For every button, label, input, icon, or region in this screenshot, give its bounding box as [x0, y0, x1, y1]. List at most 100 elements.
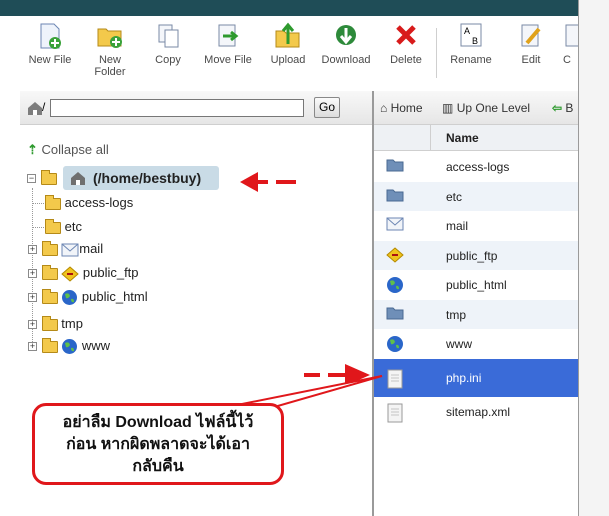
- file-row-mail[interactable]: mail: [374, 211, 578, 241]
- file-name: mail: [446, 219, 469, 233]
- tree-item-tmp[interactable]: + tmp: [28, 315, 83, 333]
- rename-button[interactable]: A B Rename: [440, 22, 502, 66]
- root-expander[interactable]: −: [27, 169, 57, 187]
- folder-icon: [386, 306, 404, 323]
- new-file-icon: [40, 23, 61, 49]
- tree-item-public-html[interactable]: + public_html: [28, 288, 148, 306]
- folder-icon: [41, 315, 58, 331]
- file-name: www: [446, 337, 472, 351]
- delete-icon: [396, 25, 416, 45]
- collapse-icon: ⇡: [27, 142, 38, 157]
- back-button[interactable]: ⇦ B: [552, 101, 578, 115]
- collapse-all-link[interactable]: ⇡ Collapse all: [27, 142, 109, 158]
- expand-icon: +: [28, 244, 37, 255]
- file-row-www[interactable]: www: [374, 329, 578, 359]
- file-name: etc: [446, 190, 463, 204]
- go-button[interactable]: Go: [314, 97, 340, 118]
- folder-icon: [386, 158, 404, 175]
- up-one-level-button[interactable]: ▥ Up One Level: [442, 101, 530, 115]
- globe-icon: [386, 335, 404, 356]
- toolbar: New File New Folder Copy Move File Uploa…: [0, 16, 578, 90]
- toolbar-separator: [436, 28, 437, 78]
- folder-icon: [41, 337, 58, 353]
- delete-button[interactable]: Delete: [375, 22, 437, 66]
- home-icon: ⌂: [380, 101, 388, 115]
- folder-icon: [41, 240, 58, 256]
- edit-button[interactable]: Edit: [500, 22, 562, 66]
- new-file-button[interactable]: New File: [19, 22, 81, 66]
- mail-icon: [386, 217, 404, 234]
- file-row-tmp[interactable]: tmp: [374, 300, 578, 329]
- globe-icon: [386, 276, 404, 297]
- svg-text:A: A: [464, 26, 470, 36]
- folder-icon: [45, 194, 61, 210]
- code-edit-icon: [565, 24, 578, 47]
- path-input[interactable]: [50, 99, 304, 117]
- top-bar: [0, 0, 578, 16]
- file-name: public_html: [446, 278, 507, 292]
- file-row-sitemap-xml[interactable]: sitemap.xml: [374, 397, 578, 427]
- home-nav-button[interactable]: ⌂ Home: [380, 101, 423, 115]
- file-name: public_ftp: [446, 249, 498, 263]
- tree-item-mail[interactable]: + mail: [28, 240, 103, 258]
- collapse-toggle-icon: −: [27, 173, 36, 184]
- mail-icon: [61, 243, 79, 257]
- file-name: access-logs: [446, 160, 510, 174]
- copy-icon: [158, 24, 179, 48]
- upload-icon: [275, 22, 300, 48]
- nav-bar: ⌂ Home ▥ Up One Level ⇦ B: [374, 91, 578, 125]
- expand-icon: +: [28, 341, 37, 352]
- move-file-icon: [218, 24, 239, 47]
- path-bar: / Go: [20, 91, 372, 125]
- edit-icon: [521, 24, 541, 47]
- open-folder-icon: [40, 169, 57, 185]
- file-row-public-html[interactable]: public_html: [374, 270, 578, 300]
- folder-icon: [41, 264, 58, 280]
- file-list-header: Name: [374, 125, 578, 151]
- globe-icon: [62, 290, 78, 306]
- tree-item-etc[interactable]: etc: [45, 218, 82, 236]
- warning-callout: อย่าลืม Download ไฟล์นี้ไว้ ก่อน หากผิดพ…: [32, 403, 284, 485]
- up-folder-icon: ▥: [442, 101, 454, 115]
- download-button[interactable]: Download: [315, 22, 377, 66]
- download-icon: [336, 25, 356, 45]
- file-list-panel: ⌂ Home ▥ Up One Level ⇦ B Name access-lo…: [374, 91, 578, 516]
- file-row-public-ftp[interactable]: public_ftp: [374, 241, 578, 270]
- tree-item-www[interactable]: + www: [28, 337, 110, 355]
- tree-item-access-logs[interactable]: access-logs: [45, 194, 133, 212]
- expand-icon: +: [28, 268, 37, 279]
- copy-button[interactable]: Copy: [137, 22, 199, 66]
- file-row-etc[interactable]: etc: [374, 182, 578, 211]
- upload-button[interactable]: Upload: [257, 22, 319, 66]
- home-icon: [71, 172, 85, 185]
- file-name: tmp: [446, 308, 467, 322]
- ftp-icon: [386, 247, 404, 266]
- tree-root-home[interactable]: (/home/bestbuy): [63, 166, 219, 190]
- file-name: php.ini: [446, 371, 482, 385]
- column-separator: [430, 125, 431, 151]
- ftp-icon: [61, 265, 80, 282]
- svg-text:B: B: [472, 36, 478, 46]
- file-name: sitemap.xml: [446, 405, 511, 419]
- tree-item-public-ftp[interactable]: + public_ftp: [28, 264, 139, 282]
- file-icon: [386, 369, 404, 392]
- file-icon: [386, 403, 404, 426]
- folder-icon: [41, 288, 58, 304]
- new-folder-button[interactable]: New Folder: [79, 22, 141, 78]
- file-row-php-ini[interactable]: php.ini: [374, 359, 578, 397]
- rename-icon: A B: [460, 23, 482, 47]
- expand-icon: +: [28, 319, 37, 330]
- globe-icon: [62, 339, 78, 355]
- file-row-access-logs[interactable]: access-logs: [374, 152, 578, 182]
- window-edge: [578, 0, 609, 516]
- code-edit-button[interactable]: C: [556, 22, 578, 66]
- new-folder-icon: [97, 28, 122, 48]
- move-file-button[interactable]: Move File: [197, 22, 259, 66]
- tree-guide-branch: [32, 203, 44, 204]
- back-arrow-icon: ⇦: [552, 101, 563, 115]
- folder-icon: [386, 188, 404, 205]
- expand-icon: +: [28, 292, 37, 303]
- tree-guide-branch: [32, 227, 44, 228]
- folder-icon: [45, 218, 61, 234]
- column-name-header[interactable]: Name: [446, 131, 479, 145]
